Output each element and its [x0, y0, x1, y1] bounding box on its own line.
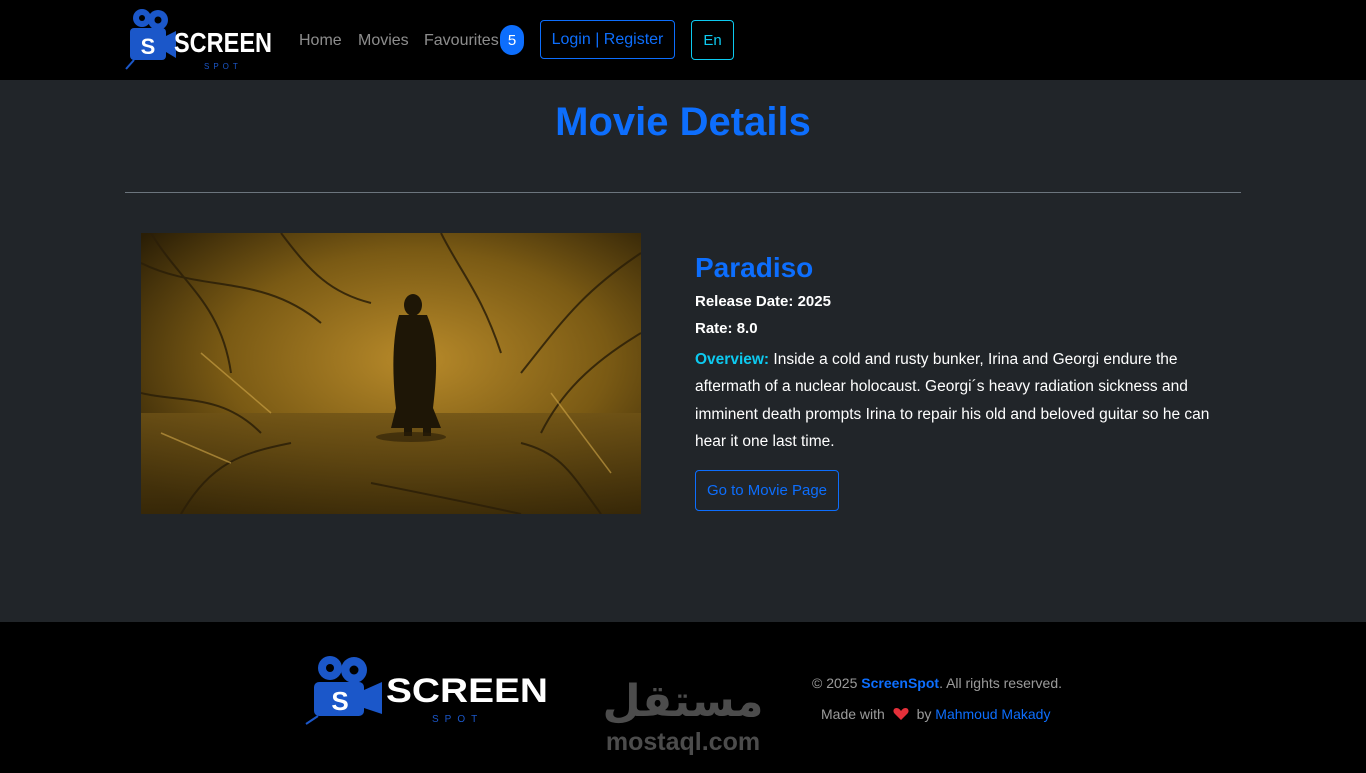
by-text: by [916, 706, 932, 722]
nav-home-link[interactable]: Home [299, 31, 342, 51]
footer-logo-badge-letter: S [331, 686, 348, 716]
copyright-prefix: © 2025 [812, 675, 858, 691]
page-title: Movie Details [555, 100, 811, 144]
brand-logo[interactable]: S SCREEN SPOT [124, 6, 276, 72]
made-with-line: Made with by Mahmoud Makady [821, 705, 1050, 723]
footer-logo[interactable]: S SCREEN SPOT [302, 652, 552, 728]
overview-text: Inside a cold and rusty bunker, Irina an… [695, 351, 1210, 450]
footer-logo-text: SCREEN [386, 672, 548, 710]
nav-favourites-link[interactable]: Favourites [424, 31, 499, 51]
camera-logo-icon: S SCREEN SPOT [305, 656, 548, 725]
navbar: S SCREEN SPOT Home Movies Favourites 5 L… [0, 0, 1366, 80]
language-button[interactable]: En [691, 20, 734, 60]
mostaql-watermark: مستقل mostaql.com [596, 674, 771, 764]
logo-text: SCREEN [174, 27, 272, 58]
overview-label: Overview: [695, 351, 770, 368]
login-register-button[interactable]: Login | Register [540, 20, 675, 59]
rights-text: . All rights reserved. [939, 675, 1062, 691]
footer-logo-subtext: SPOT [432, 714, 483, 725]
heart-icon [893, 708, 909, 720]
logo-badge-letter: S [141, 34, 156, 59]
watermark-latin: mostaql.com [606, 728, 760, 756]
made-with-text: Made with [821, 706, 885, 722]
movie-poster-image [141, 233, 641, 514]
footer: S SCREEN SPOT مستقل mostaql.com © 2025 S… [0, 622, 1366, 773]
movie-title: Paradiso [695, 252, 814, 283]
logo-subtext: SPOT [204, 62, 242, 71]
rate: Rate: 8.0 [695, 319, 758, 339]
camera-logo-icon: S SCREEN SPOT [125, 9, 272, 71]
release-date-label: Release Date: [695, 293, 794, 310]
footer-brand-name[interactable]: ScreenSpot [861, 675, 939, 691]
release-date: Release Date: 2025 [695, 292, 831, 312]
rate-label: Rate: [695, 320, 733, 337]
nav-movies-link[interactable]: Movies [358, 31, 409, 51]
favourites-count-badge: 5 [500, 25, 524, 55]
go-to-movie-page-button[interactable]: Go to Movie Page [695, 470, 839, 511]
rate-value: 8.0 [736, 320, 758, 337]
divider [125, 192, 1241, 193]
movie-overview: Overview: Inside a cold and rusty bunker… [695, 346, 1215, 455]
watermark-arabic: مستقل [603, 676, 764, 727]
author-link[interactable]: Mahmoud Makady [935, 706, 1050, 722]
copyright-line: © 2025 ScreenSpot. All rights reserved. [812, 674, 1062, 692]
release-date-value: 2025 [797, 293, 831, 310]
